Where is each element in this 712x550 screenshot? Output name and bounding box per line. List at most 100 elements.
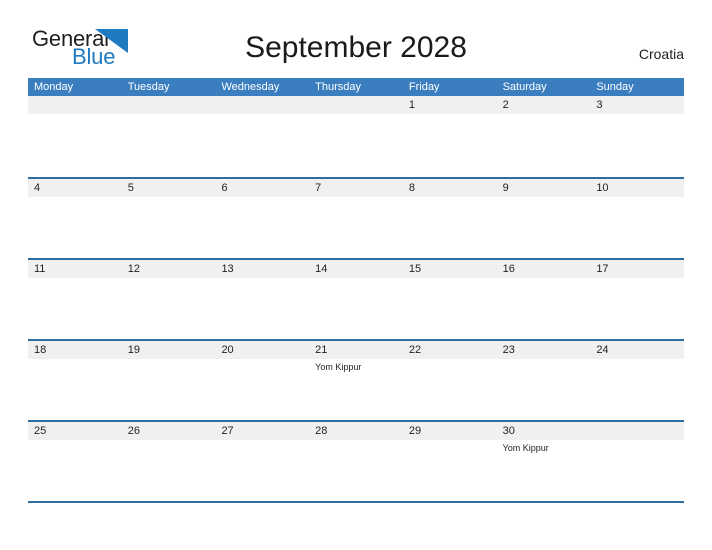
day-events bbox=[590, 114, 684, 175]
calendar-week-row: 123 bbox=[28, 96, 684, 177]
day-number[interactable]: 2 bbox=[497, 96, 591, 114]
day-events bbox=[122, 197, 216, 258]
day-number[interactable]: 15 bbox=[403, 260, 497, 278]
day-number[interactable]: 17 bbox=[590, 260, 684, 278]
day-number[interactable]: 26 bbox=[122, 422, 216, 440]
day-events bbox=[403, 114, 497, 175]
calendar-page: { "brand": { "name_part1": "General", "n… bbox=[0, 0, 712, 550]
calendar-week-event-band: Yom Kippur bbox=[28, 359, 684, 420]
day-number[interactable]: 20 bbox=[215, 341, 309, 359]
day-events bbox=[403, 278, 497, 339]
day-number[interactable]: 30 bbox=[497, 422, 591, 440]
calendar-week-row: 18 19 20 21 22 23 24 Yom Kippur bbox=[28, 339, 684, 420]
day-events bbox=[215, 440, 309, 501]
day-number[interactable]: 5 bbox=[122, 179, 216, 197]
day-number[interactable]: 23 bbox=[497, 341, 591, 359]
day-cell-empty bbox=[215, 96, 309, 114]
day-cell-empty bbox=[309, 96, 403, 114]
day-number[interactable]: 25 bbox=[28, 422, 122, 440]
day-number[interactable]: 28 bbox=[309, 422, 403, 440]
holiday-label: Yom Kippur bbox=[502, 443, 549, 453]
weekday-header-friday: Friday bbox=[408, 81, 440, 93]
day-events bbox=[590, 359, 684, 420]
page-title: September 2028 bbox=[245, 31, 467, 64]
day-events bbox=[215, 114, 309, 175]
day-number[interactable]: 21 bbox=[309, 341, 403, 359]
day-number[interactable]: 6 bbox=[215, 179, 309, 197]
calendar-week-date-band: 18 19 20 21 22 23 24 bbox=[28, 341, 684, 359]
day-events bbox=[403, 359, 497, 420]
day-events bbox=[215, 359, 309, 420]
day-number[interactable]: 10 bbox=[590, 179, 684, 197]
day-events bbox=[497, 114, 591, 175]
day-events bbox=[309, 197, 403, 258]
day-events bbox=[497, 197, 591, 258]
day-number[interactable]: 9 bbox=[497, 179, 591, 197]
day-number[interactable]: 3 bbox=[590, 96, 684, 114]
calendar-bottom-rule bbox=[28, 501, 684, 503]
day-events bbox=[309, 278, 403, 339]
day-cell-empty bbox=[122, 96, 216, 114]
calendar-week-row: 11 12 13 14 15 16 17 bbox=[28, 258, 684, 339]
calendar-week-date-band: 25 26 27 28 29 30 bbox=[28, 422, 684, 440]
day-events bbox=[590, 440, 684, 501]
weekday-header-thursday: Thursday bbox=[315, 81, 362, 93]
day-number[interactable]: 24 bbox=[590, 341, 684, 359]
calendar-week-event-band bbox=[28, 278, 684, 339]
calendar-week-event-band: Yom Kippur bbox=[28, 440, 684, 501]
day-events bbox=[309, 114, 403, 175]
day-number[interactable]: 19 bbox=[122, 341, 216, 359]
weekday-header-monday: Monday bbox=[34, 81, 74, 93]
calendar-week-row: 25 26 27 28 29 30 Yom Kippur bbox=[28, 420, 684, 501]
calendar-week-event-band bbox=[28, 114, 684, 175]
day-events: Yom Kippur bbox=[309, 359, 403, 420]
page-header: General Blue September 2028 Croatia bbox=[0, 0, 712, 76]
day-events bbox=[122, 359, 216, 420]
day-number[interactable]: 22 bbox=[403, 341, 497, 359]
day-events bbox=[590, 197, 684, 258]
day-events bbox=[28, 278, 122, 339]
day-number[interactable]: 8 bbox=[403, 179, 497, 197]
day-events bbox=[28, 440, 122, 501]
day-events bbox=[590, 278, 684, 339]
weekday-header-saturday: Saturday bbox=[502, 81, 547, 93]
calendar-week-date-band: 11 12 13 14 15 16 17 bbox=[28, 260, 684, 278]
holiday-label: Yom Kippur bbox=[315, 362, 362, 372]
day-events bbox=[215, 278, 309, 339]
day-events bbox=[28, 114, 122, 175]
day-events bbox=[28, 197, 122, 258]
locale-label: Croatia bbox=[638, 46, 684, 62]
day-number[interactable]: 11 bbox=[28, 260, 122, 278]
day-number[interactable]: 1 bbox=[403, 96, 497, 114]
day-events bbox=[403, 440, 497, 501]
day-events bbox=[309, 440, 403, 501]
calendar-grid: Monday Tuesday Wednesday Thursday Friday… bbox=[28, 78, 684, 503]
day-number[interactable]: 13 bbox=[215, 260, 309, 278]
weekday-header-wednesday: Wednesday bbox=[221, 81, 280, 93]
calendar-week-date-band: 4 5 6 7 8 9 10 bbox=[28, 179, 684, 197]
day-events bbox=[122, 278, 216, 339]
day-cell-empty bbox=[28, 96, 122, 114]
day-number[interactable]: 27 bbox=[215, 422, 309, 440]
day-events bbox=[497, 359, 591, 420]
calendar-weeks: 1 2 3 4 5 6 7 8 9 10 11 12 13 14 15 16 17 18 19 20 21 22 23 24 Y… bbox=[28, 96, 684, 501]
day-events bbox=[28, 359, 122, 420]
day-number[interactable]: 16 bbox=[497, 260, 591, 278]
day-events bbox=[215, 197, 309, 258]
day-number[interactable]: 7 bbox=[309, 179, 403, 197]
day-events bbox=[497, 278, 591, 339]
weekday-header-tuesday: Tuesday bbox=[127, 81, 170, 93]
calendar-week-row: 4 5 6 7 8 9 10 bbox=[28, 177, 684, 258]
day-number[interactable]: 14 bbox=[309, 260, 403, 278]
day-number[interactable]: 29 bbox=[403, 422, 497, 440]
day-number[interactable]: 18 bbox=[28, 341, 122, 359]
day-number[interactable]: 12 bbox=[122, 260, 216, 278]
weekday-header-row: Monday Tuesday Wednesday Thursday Friday… bbox=[28, 78, 684, 96]
day-cell-empty bbox=[590, 422, 684, 440]
calendar-week-event-band bbox=[28, 197, 684, 258]
day-events: Yom Kippur bbox=[497, 440, 591, 501]
day-events bbox=[403, 197, 497, 258]
day-number[interactable]: 4 bbox=[28, 179, 122, 197]
day-events bbox=[122, 114, 216, 175]
day-events bbox=[122, 440, 216, 501]
